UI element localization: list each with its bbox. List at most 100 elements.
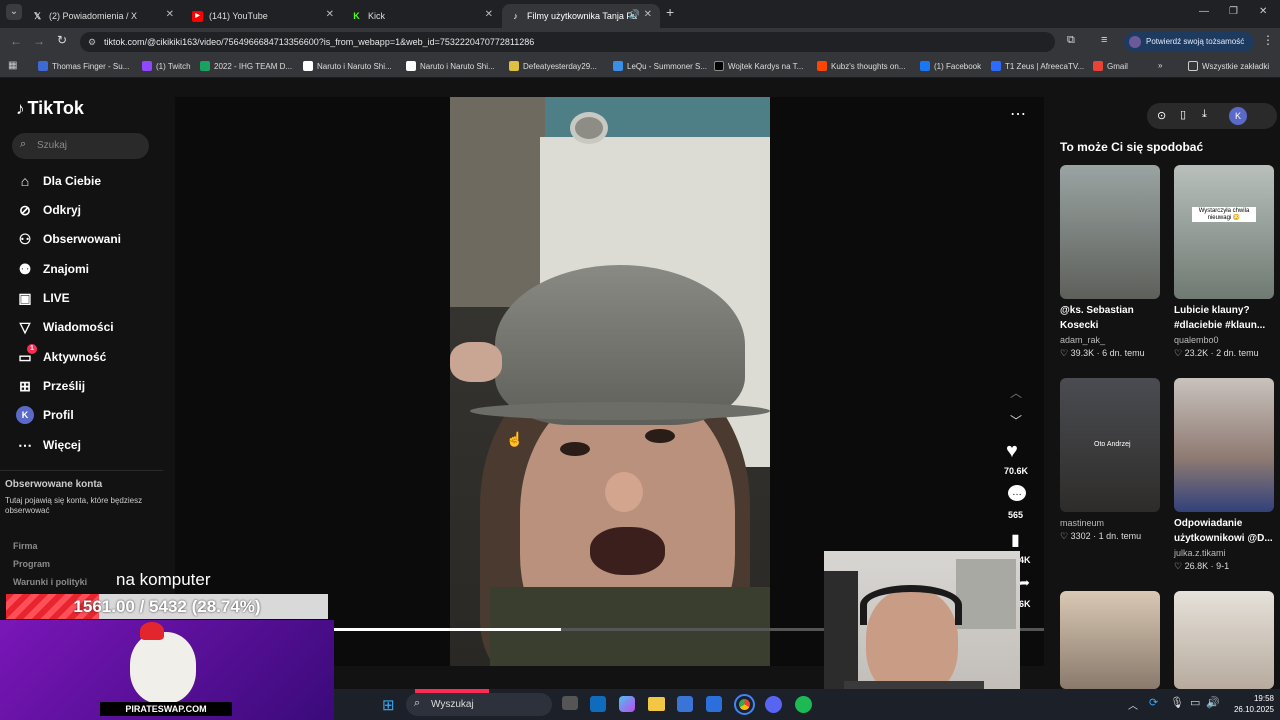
nav-for-you[interactable]: ⌂ Dla Ciebie xyxy=(16,172,101,190)
extensions-icon[interactable]: ⧉ xyxy=(1067,34,1075,47)
nav-profile[interactable]: K Profil xyxy=(16,406,74,424)
nav-more[interactable]: ⋯ Więcej xyxy=(16,436,81,454)
tiktok-logo[interactable]: ♪ TikTok xyxy=(16,98,84,119)
outlook-icon[interactable] xyxy=(590,696,606,712)
bookmark-item[interactable]: (1) Twitch xyxy=(142,61,191,71)
nav-messages[interactable]: ▽ Wiadomości xyxy=(16,318,114,336)
bookmark-item[interactable]: 2022 - IHG TEAM D... xyxy=(200,61,292,71)
recommended-video-card[interactable]: @ks. Sebastian Kosecki adam_rak_ ♡ 39.3K… xyxy=(1060,165,1160,359)
clock[interactable]: 19:58 26.10.2025 xyxy=(1226,693,1274,715)
copilot-icon[interactable] xyxy=(619,696,635,712)
volume-icon[interactable]: 🔊 xyxy=(1206,696,1220,709)
recommended-video-card[interactable] xyxy=(1060,591,1160,689)
next-video-icon[interactable]: ﹀ xyxy=(1010,412,1022,429)
card-title: Odpowiadanie użytkownikowi @D... xyxy=(1174,518,1273,544)
nav-label: Prześlij xyxy=(43,379,86,393)
share-icon[interactable]: ➦ xyxy=(1019,575,1030,591)
recommended-video-card[interactable]: Oto Andrzej mastineum ♡ 3302 · 1 dn. tem… xyxy=(1060,378,1160,542)
spotify-icon[interactable] xyxy=(795,696,812,713)
device-icon[interactable]: ▯ xyxy=(1180,108,1186,121)
nav-friends[interactable]: ⚉ Znajomi xyxy=(16,260,89,278)
discord-icon[interactable] xyxy=(765,696,782,713)
bookmark-item[interactable]: Naruto i Naruto Shi... xyxy=(406,61,495,71)
task-view-icon[interactable] xyxy=(562,696,578,710)
footer-link-terms[interactable]: Warunki i polityki xyxy=(13,577,87,587)
taskbar-search[interactable]: ⌕ Wyszukaj xyxy=(406,693,552,716)
search-input[interactable]: ⌕ Szukaj xyxy=(12,133,149,159)
bookmark-item[interactable]: Thomas Finger - Su... xyxy=(38,61,129,71)
recommended-video-card[interactable]: Wystarczyła chwila nieuwagi 😳 Lubicie kl… xyxy=(1174,165,1274,359)
footer-link-company[interactable]: Firma xyxy=(13,541,38,551)
sponsor-banner: PIRATESWAP.COM xyxy=(0,620,334,720)
nav-explore[interactable]: ⊘ Odkryj xyxy=(16,201,81,219)
tab-search-icon[interactable]: ⌄ xyxy=(6,4,22,20)
download-icon[interactable]: ⤓ xyxy=(1202,108,1207,121)
nav-label: Aktywność xyxy=(43,350,107,364)
save-icon[interactable]: ▮ xyxy=(1011,530,1020,550)
microphone-icon[interactable]: 🎙 xyxy=(1170,696,1184,709)
bookmark-item[interactable]: LeQu - Summoner S... xyxy=(613,61,707,71)
tab-youtube[interactable]: ▶ (141) YouTube ✕ xyxy=(184,4,342,28)
store-icon[interactable] xyxy=(677,696,693,712)
bookmark-item[interactable]: Kubz's thoughts on... xyxy=(817,61,905,71)
back-icon[interactable]: ← xyxy=(10,34,22,48)
wiki-icon xyxy=(406,61,416,71)
more-options-icon[interactable]: ⋯ xyxy=(1010,104,1026,124)
media-controls-icon[interactable]: ≡ xyxy=(1101,34,1107,46)
site-info-icon[interactable]: ⚙ xyxy=(88,32,96,52)
bookmark-favicon xyxy=(38,61,48,71)
address-bar[interactable]: ⚙ tiktok.com/@cikikiki163/video/75649666… xyxy=(80,32,1055,52)
apps-icon[interactable]: ▦ xyxy=(8,60,17,71)
tray-chevron-icon[interactable]: ︿ xyxy=(1128,697,1138,712)
recommended-video-card[interactable] xyxy=(1174,591,1274,689)
restore-icon[interactable]: ❐ xyxy=(1229,6,1238,17)
webcam-window xyxy=(956,559,1016,629)
more-bookmarks-icon[interactable]: » xyxy=(1158,61,1162,70)
goal-progress-text: 1561.00 / 5432 (28.74%) xyxy=(73,597,261,616)
previous-video-icon[interactable]: ︿ xyxy=(1010,384,1022,401)
following-icon: ⚇ xyxy=(18,230,32,247)
tray-app-icon[interactable]: ⟳ xyxy=(1149,696,1158,709)
coins-icon[interactable]: ⊙ xyxy=(1157,109,1166,122)
nav-following[interactable]: ⚇ Obserwowani xyxy=(16,230,121,248)
app-icon[interactable] xyxy=(706,696,722,712)
bookmark-item[interactable]: (1) Facebook xyxy=(920,61,981,71)
nav-live[interactable]: ▣ LIVE xyxy=(16,289,69,307)
minimize-icon[interactable]: — xyxy=(1199,6,1209,17)
nav-activity[interactable]: ▭ 1 Aktywność xyxy=(16,344,107,366)
new-tab-icon[interactable]: + xyxy=(666,4,674,20)
kick-icon: K xyxy=(353,10,360,21)
bookmark-item[interactable]: Defeatyesterday29... xyxy=(509,61,597,71)
start-icon[interactable]: ⊞ xyxy=(382,696,395,714)
comment-icon[interactable]: … xyxy=(1008,485,1026,501)
forward-icon[interactable]: → xyxy=(33,34,45,48)
chrome-menu-icon[interactable]: ⋮ xyxy=(1262,33,1274,47)
speaker-icon[interactable]: 🔊 xyxy=(629,9,640,20)
bookmark-item[interactable]: T1 Zeus | AfreecaTV... xyxy=(991,61,1084,71)
tab-kick[interactable]: K Kick ✕ xyxy=(343,4,501,28)
all-bookmarks[interactable]: Wszystkie zakładki xyxy=(1188,61,1269,71)
network-icon[interactable]: ▭ xyxy=(1190,696,1200,709)
footer-link-program[interactable]: Program xyxy=(13,559,50,569)
tab-tiktok[interactable]: ♪ Filmy użytkownika Tanja Fa 🔊 ✕ xyxy=(502,4,660,28)
nav-upload[interactable]: ⊞ Prześlij xyxy=(16,377,85,395)
close-tab-icon[interactable]: ✕ xyxy=(166,9,174,20)
chrome-icon[interactable] xyxy=(734,694,755,715)
identity-button-label: Potwierdź swoją tożsamość xyxy=(1146,37,1245,46)
close-tab-icon[interactable]: ✕ xyxy=(485,9,493,20)
like-icon[interactable]: ♥ xyxy=(1006,440,1018,463)
tab-x[interactable]: 𝕏 (2) Powiadomienia / X ✕ xyxy=(24,4,182,28)
bookmark-item[interactable]: Gmail xyxy=(1093,61,1128,71)
identity-button[interactable]: Potwierdź swoją tożsamość xyxy=(1124,32,1254,52)
close-tab-icon[interactable]: ✕ xyxy=(644,9,652,20)
profile-avatar[interactable]: K xyxy=(1229,107,1247,125)
close-tab-icon[interactable]: ✕ xyxy=(326,9,334,20)
recommended-video-card[interactable]: Odpowiadanie użytkownikowi @D... julka.z… xyxy=(1174,378,1274,572)
file-explorer-icon[interactable] xyxy=(648,697,665,711)
bookmark-item[interactable]: Wojtek Kardys na T... xyxy=(714,61,803,71)
close-window-icon[interactable]: ✕ xyxy=(1259,6,1267,17)
bookmark-item[interactable]: Naruto i Naruto Shi... xyxy=(303,61,392,71)
video-player[interactable] xyxy=(450,97,770,666)
heart-icon: ♡ xyxy=(1174,348,1185,358)
reload-icon[interactable]: ↻ xyxy=(57,33,67,47)
